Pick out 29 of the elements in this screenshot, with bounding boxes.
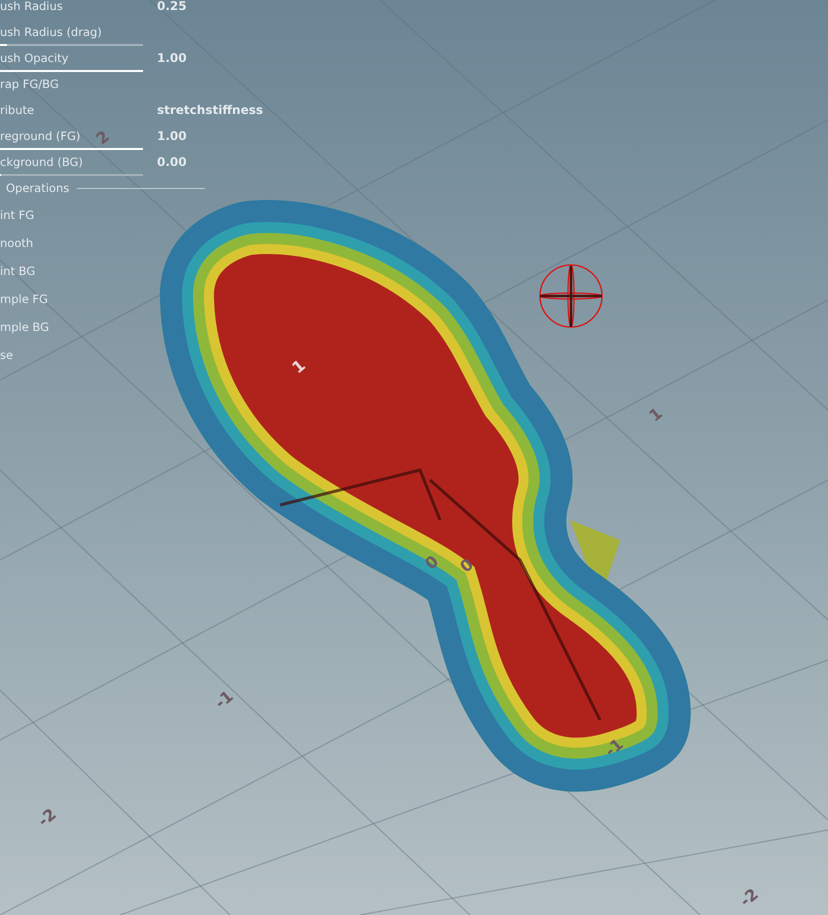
- parameter-value: 1.00: [157, 129, 187, 143]
- section-header: Operations: [6, 181, 70, 195]
- parameter-label: reground (FG): [0, 129, 80, 143]
- parameter-label: ckground (BG): [0, 155, 83, 169]
- grid-label: 0: [421, 552, 442, 574]
- parameter-value: 1.00: [157, 51, 187, 65]
- operation-item[interactable]: int BG: [0, 257, 36, 285]
- operation-item[interactable]: mple BG: [0, 313, 50, 341]
- parameter-value: stretchstiffness: [157, 103, 264, 117]
- grid-label: 1: [645, 404, 666, 426]
- grid-label: 1: [288, 356, 309, 378]
- parameter-label: ush Radius: [0, 0, 63, 13]
- grid-label: -2: [34, 804, 60, 830]
- parameter-label: ribute: [0, 103, 34, 117]
- crosshair-gizmo-icon[interactable]: [539, 264, 603, 328]
- parameter-label: rap FG/BG: [0, 77, 59, 91]
- parameter-label: ush Opacity: [0, 51, 68, 65]
- grid-label: 2: [92, 126, 113, 148]
- operation-item[interactable]: mple FG: [0, 285, 48, 313]
- grid-label: 0: [456, 554, 477, 576]
- parameter-value: 0.25: [157, 0, 187, 13]
- operation-item[interactable]: int FG: [0, 201, 34, 229]
- parameter-value: 0.00: [157, 155, 187, 169]
- grid-label: -2: [736, 884, 762, 910]
- operation-item[interactable]: se: [0, 341, 14, 369]
- operation-item[interactable]: nooth: [0, 229, 34, 257]
- parameter-label: ush Radius (drag): [0, 25, 102, 39]
- grid-label: -1: [210, 686, 237, 712]
- grid-label: -1: [600, 734, 627, 760]
